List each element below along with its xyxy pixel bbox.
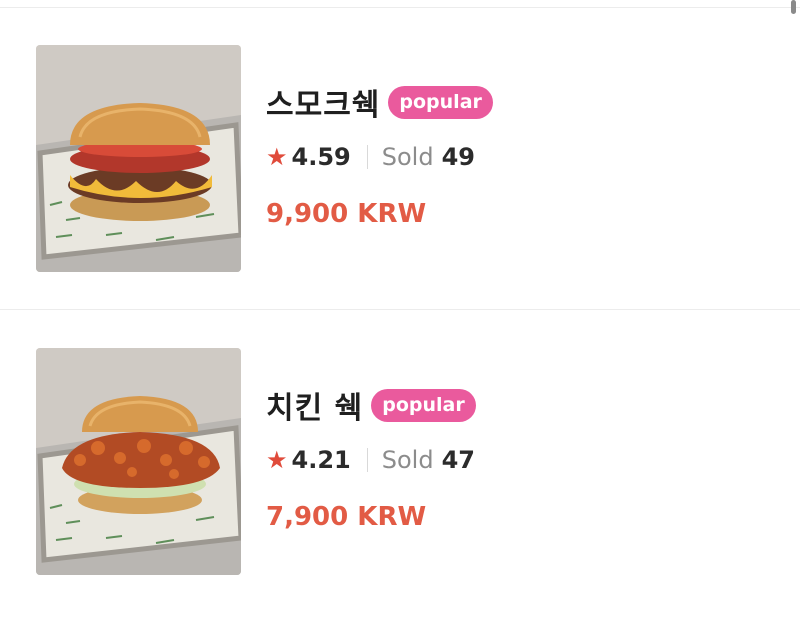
rating-separator [366,145,368,169]
rating-value: 4.21 [291,446,351,474]
chicken-burger-photo[interactable] [36,348,241,575]
popular-badge: popular [371,388,476,422]
item-title[interactable]: 스모크쉑 [266,80,380,124]
top-divider [0,7,800,8]
rating-value: 4.59 [291,143,351,171]
popular-badge: popular [388,85,493,119]
burger-photo[interactable] [36,45,241,272]
menu-item-chicken-shack[interactable]: 치킨 쉑 popular ★ 4.21 Sold 47 7,900 KRW [0,348,800,578]
item-price: 9,900 KRW [266,199,427,229]
item-title-row: 치킨 쉑 popular [266,384,476,426]
sold-count: 49 [441,143,475,171]
item-price: 7,900 KRW [266,502,427,532]
star-icon: ★ [266,143,288,171]
sold-label: Sold [381,143,434,171]
sold-label: Sold [381,446,434,474]
burger-image [36,45,241,272]
rating-row: ★ 4.21 Sold 47 [266,444,475,476]
scrollbar-thumb[interactable] [791,0,796,14]
item-title[interactable]: 치킨 쉑 [266,383,363,427]
star-icon: ★ [266,446,288,474]
rating-row: ★ 4.59 Sold 49 [266,141,475,173]
item-title-row: 스모크쉑 popular [266,81,493,123]
rating-separator [366,448,368,472]
chicken-burger-image [36,348,241,575]
item-divider [0,309,800,310]
menu-item-smokeshack[interactable]: 스모크쉑 popular ★ 4.59 Sold 49 9,900 KRW [0,45,800,275]
sold-count: 47 [441,446,475,474]
menu-list-page: 스모크쉑 popular ★ 4.59 Sold 49 9,900 KRW 치킨… [0,0,800,617]
